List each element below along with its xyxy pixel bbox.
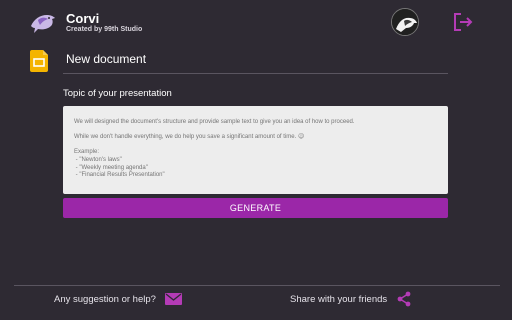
document-title: New document bbox=[66, 52, 147, 66]
footer-divider bbox=[14, 285, 500, 286]
app-subtitle: Created by 99th Studio bbox=[66, 26, 143, 33]
header: Corvi Created by 99th Studio bbox=[0, 0, 512, 44]
generate-button[interactable]: GENERATE bbox=[63, 198, 448, 218]
share-label: Share with your friends bbox=[290, 293, 388, 305]
topic-label: Topic of your presentation bbox=[63, 88, 172, 99]
suggestion-link[interactable]: Any suggestion or help? bbox=[54, 292, 182, 306]
suggestion-label: Any suggestion or help? bbox=[54, 293, 156, 305]
logout-icon[interactable] bbox=[452, 12, 474, 32]
share-icon bbox=[397, 291, 411, 307]
app-title: Corvi bbox=[66, 11, 100, 26]
raven-logo-icon bbox=[31, 15, 55, 33]
mail-icon bbox=[164, 293, 182, 305]
avatar-image bbox=[392, 9, 418, 35]
google-slides-icon bbox=[30, 50, 48, 72]
topic-input[interactable] bbox=[63, 106, 448, 194]
document-row: New document bbox=[0, 46, 512, 74]
share-link[interactable]: Share with your friends bbox=[290, 291, 412, 307]
divider bbox=[63, 73, 448, 74]
user-avatar-icon[interactable] bbox=[391, 8, 419, 36]
